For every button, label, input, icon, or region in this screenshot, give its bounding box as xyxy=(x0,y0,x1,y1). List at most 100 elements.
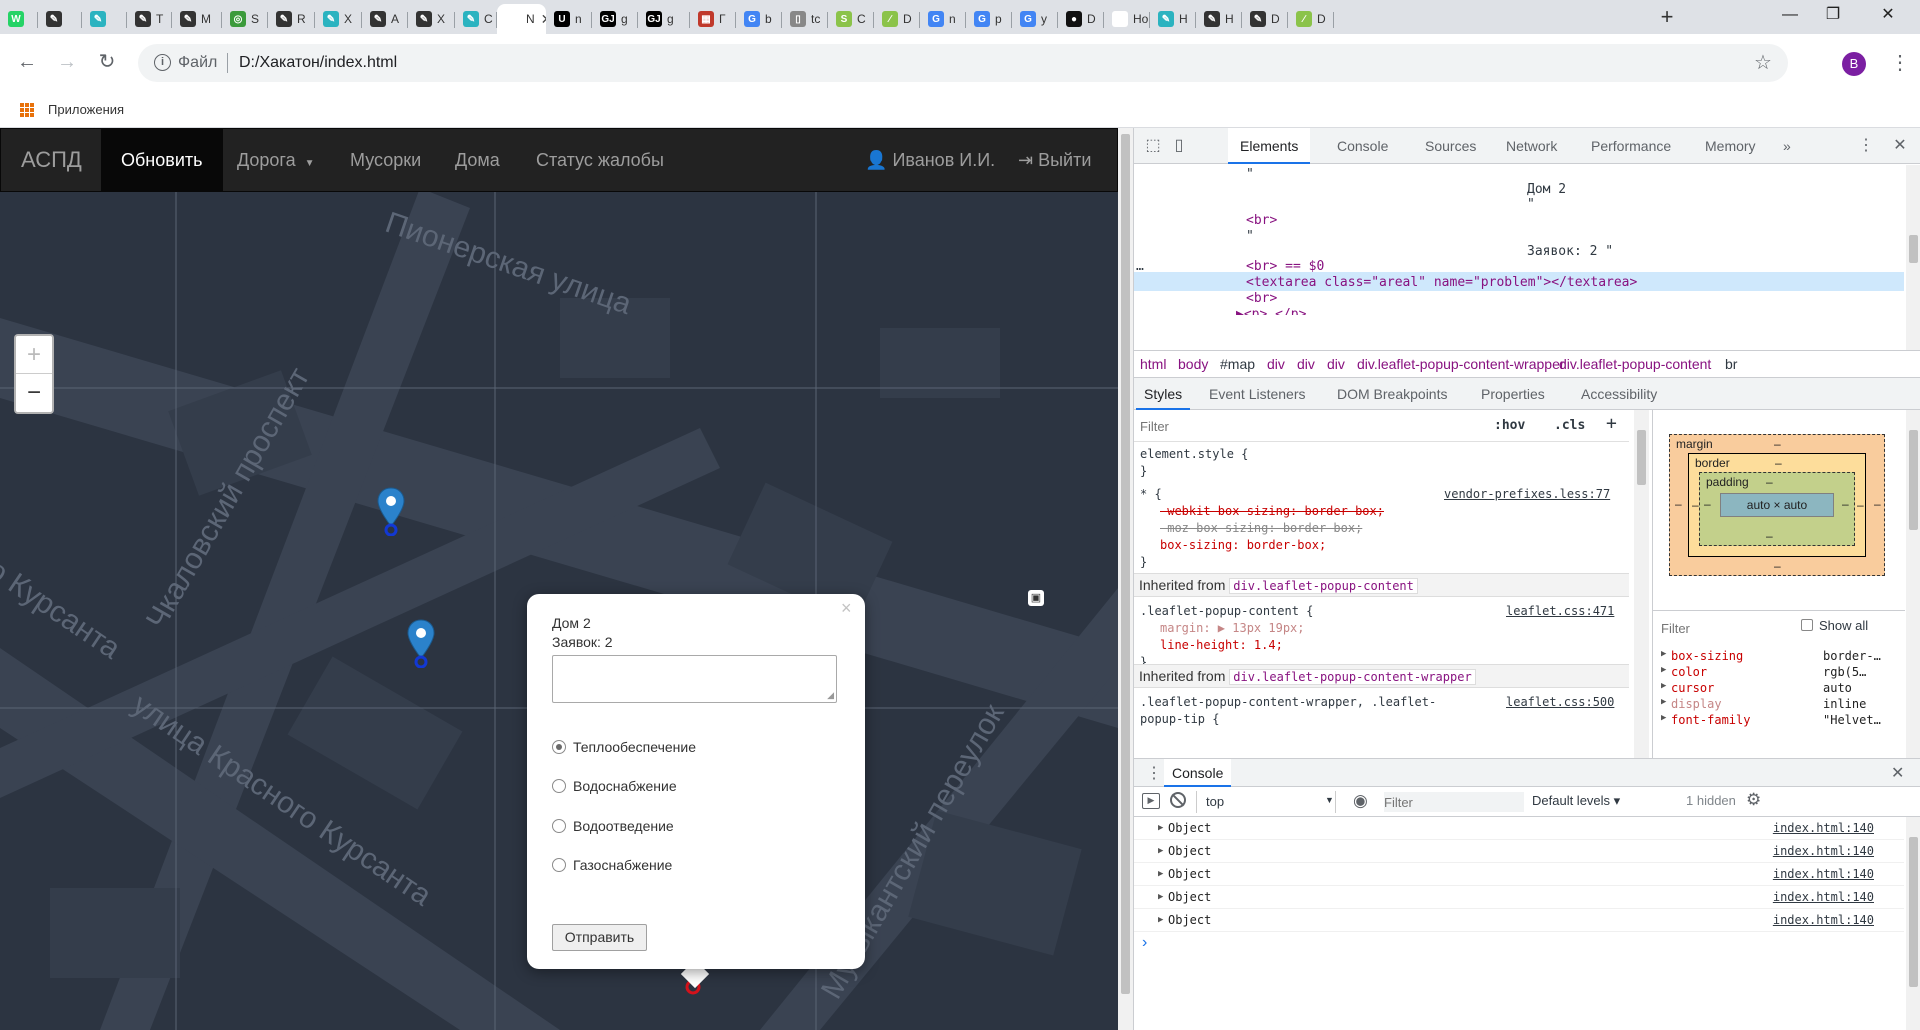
reload-icon[interactable]: ↻ xyxy=(93,48,121,76)
gear-icon[interactable]: ⚙ xyxy=(1746,790,1761,810)
css-property[interactable]: margin: ▶ 13px 19px; xyxy=(1160,620,1305,637)
console-object[interactable]: Object xyxy=(1168,909,1211,931)
close-window-button[interactable]: ✕ xyxy=(1868,4,1908,26)
close-drawer-icon[interactable]: ✕ xyxy=(1891,763,1904,783)
expand-arrow-icon[interactable]: ▶ xyxy=(1661,665,1666,675)
browser-tab[interactable]: Gp xyxy=(966,4,1012,34)
breadcrumb-item[interactable]: div.leaflet-popup-content xyxy=(1559,356,1711,372)
radio-button[interactable] xyxy=(552,740,566,754)
dom-node[interactable]: " xyxy=(1246,165,1254,184)
browser-tab[interactable]: ✎ M xyxy=(172,4,222,34)
problem-textarea[interactable]: ◢ xyxy=(552,655,837,703)
tab-properties[interactable]: Properties xyxy=(1473,378,1553,410)
browser-tab[interactable]: ✎ H xyxy=(1150,4,1196,34)
browser-tab[interactable]: ∕ D xyxy=(1288,4,1334,34)
tab-styles[interactable]: Styles xyxy=(1136,378,1191,410)
console-object[interactable]: Object xyxy=(1168,817,1211,839)
radio-heat-supply[interactable]: Теплообеспечение xyxy=(552,739,696,755)
breadcrumb-item[interactable]: div xyxy=(1327,356,1345,372)
browser-tab[interactable]: Gb xyxy=(736,4,782,34)
popup-content-selector[interactable]: .leaflet-popup-content { xyxy=(1140,603,1313,620)
node-actions-icon[interactable]: … xyxy=(1136,257,1144,276)
box-model-border[interactable]: border – – – padding – – – – auto × auto xyxy=(1688,453,1866,557)
more-tabs-button[interactable]: » xyxy=(1771,128,1803,164)
browser-tab[interactable]: ∕ D xyxy=(874,4,920,34)
bookmark-star-icon[interactable]: ☆ xyxy=(1754,50,1772,75)
console-message[interactable]: ▶ Object index.html:140 xyxy=(1134,863,1904,886)
console-source-link[interactable]: index.html:140 xyxy=(1773,817,1874,839)
show-all-label[interactable]: Show all xyxy=(1819,618,1868,633)
nav-user[interactable]: 👤 Иванов И.И. xyxy=(845,129,1015,191)
new-tab-button[interactable]: + xyxy=(1655,6,1679,28)
breadcrumb-item[interactable]: #map xyxy=(1220,356,1255,372)
drawer-tab-console[interactable]: Console xyxy=(1164,759,1232,787)
browser-tab[interactable]: ✎ X xyxy=(408,4,455,34)
tab-performance[interactable]: Performance xyxy=(1579,128,1683,164)
computed-scrollbar[interactable] xyxy=(1906,410,1920,758)
dom-node[interactable]: Заявок: 2 " xyxy=(1527,242,1613,261)
breadcrumb-item[interactable]: html xyxy=(1140,356,1166,372)
console-source-link[interactable]: index.html:140 xyxy=(1773,886,1874,908)
css-property[interactable]: -webkit-box-sizing: border-box; xyxy=(1160,503,1384,520)
zoom-in-button[interactable]: + xyxy=(16,336,52,374)
apps-label[interactable]: Приложения xyxy=(48,102,124,117)
element-style-rule[interactable]: element.style { xyxy=(1140,446,1248,463)
wrapper-selector-cont[interactable]: popup-tip { xyxy=(1140,711,1219,728)
styles-scrollbar[interactable] xyxy=(1634,410,1649,758)
radio-water-supply[interactable]: Водоснабжение xyxy=(552,778,677,794)
console-message[interactable]: ▶ Object index.html:140 xyxy=(1134,909,1904,932)
expand-arrow-icon[interactable]: ▶ xyxy=(1158,909,1163,931)
device-toolbar-icon[interactable]: ▯ xyxy=(1170,137,1188,155)
browser-tab[interactable]: ▦ Г xyxy=(690,4,736,34)
log-levels-dropdown[interactable]: Default levels ▾ xyxy=(1532,793,1620,809)
browser-tab[interactable]: ▯ tc xyxy=(782,4,828,34)
expand-arrow-icon[interactable]: ▶ xyxy=(1661,713,1666,723)
styles-filter-input[interactable] xyxy=(1140,416,1420,436)
dom-node[interactable]: " xyxy=(1527,195,1535,214)
browser-menu-icon[interactable]: ⋮ xyxy=(1890,50,1910,75)
css-property[interactable]: -moz-box-sizing: border-box; xyxy=(1160,520,1362,537)
browser-tab[interactable]: SC xyxy=(828,4,874,34)
breadcrumb-item[interactable]: body xyxy=(1178,356,1208,372)
apps-grid-icon[interactable] xyxy=(20,103,34,117)
map-marker-icon[interactable] xyxy=(406,618,436,668)
breadcrumb-item[interactable]: div xyxy=(1267,356,1285,372)
radio-button[interactable] xyxy=(552,779,566,793)
expand-arrow-icon[interactable]: ▶ xyxy=(1158,863,1163,885)
console-object[interactable]: Object xyxy=(1168,886,1211,908)
info-icon[interactable]: i xyxy=(154,54,171,71)
browser-tab[interactable]: ✎ C xyxy=(455,4,497,34)
cls-toggle[interactable]: .cls xyxy=(1554,418,1585,433)
browser-tab[interactable]: Gy xyxy=(1012,4,1058,34)
computed-property-name[interactable]: cursor xyxy=(1671,681,1714,695)
browser-tab[interactable]: ✎ xyxy=(82,4,127,34)
css-property[interactable]: line-height: 1.4; xyxy=(1160,637,1283,654)
dom-node[interactable]: ▶<p>…</p> xyxy=(1236,305,1306,315)
clear-console-icon[interactable] xyxy=(1170,792,1186,808)
radio-button[interactable] xyxy=(552,819,566,833)
tab-memory[interactable]: Memory xyxy=(1693,128,1768,164)
browser-tab[interactable]: ✎ A xyxy=(362,4,408,34)
console-scrollbar[interactable] xyxy=(1906,817,1920,1030)
tab-elements[interactable]: Elements xyxy=(1228,128,1311,164)
expand-arrow-icon[interactable]: ▶ xyxy=(1158,817,1163,839)
browser-tab[interactable]: Gn xyxy=(920,4,966,34)
box-model-margin[interactable]: margin – – – – border – – – padding – – … xyxy=(1669,434,1885,576)
minimize-button[interactable]: — xyxy=(1770,4,1810,26)
console-source-link[interactable]: index.html:140 xyxy=(1773,840,1874,862)
computed-property-name[interactable]: box-sizing xyxy=(1671,649,1743,663)
console-object[interactable]: Object xyxy=(1168,863,1211,885)
radio-button[interactable] xyxy=(552,858,566,872)
devtools-menu-icon[interactable]: ⋮ xyxy=(1857,137,1875,155)
nav-complaint-status[interactable]: Статус жалобы xyxy=(516,129,684,191)
breadcrumb-item[interactable]: br xyxy=(1725,356,1737,372)
browser-tab[interactable]: ✎ X xyxy=(315,4,362,34)
inherited-element-link[interactable]: div.leaflet-popup-content-wrapper xyxy=(1229,669,1476,685)
inherited-element-link[interactable]: div.leaflet-popup-content xyxy=(1229,578,1418,594)
inspect-icon[interactable]: ⬚ xyxy=(1144,137,1162,155)
tab-accessibility[interactable]: Accessibility xyxy=(1573,378,1665,410)
nav-trash[interactable]: Мусорки xyxy=(330,129,441,191)
nav-road-dropdown[interactable]: Дорога ▼ xyxy=(217,129,335,191)
browser-tab[interactable]: ✎ xyxy=(38,4,82,34)
drawer-menu-icon[interactable]: ⋮ xyxy=(1146,763,1162,783)
